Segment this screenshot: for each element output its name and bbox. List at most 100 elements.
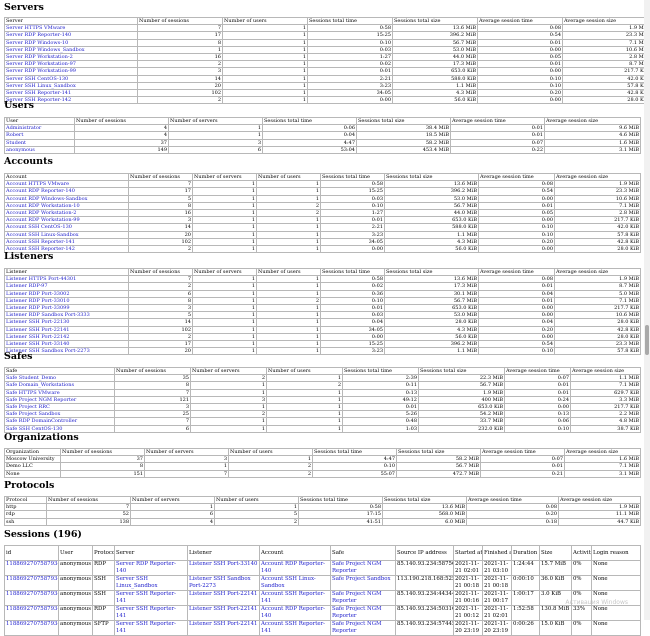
listeners-column-header: Listener [5,269,129,276]
listeners-link[interactable]: Listener SSH Port-22130 [6,319,70,325]
servers-link[interactable]: Server RDP Reporter-140 [6,32,71,38]
users-cell: 53:04 [263,146,357,153]
safes-cell: 400 MiB [419,396,505,403]
safes-link[interactable]: Safe HTTPS VMware [6,390,60,396]
listeners-cell: 1 [193,341,257,348]
listeners-link[interactable]: Listener RDP Sandbox Port-3333 [6,312,90,318]
sessions-link[interactable]: Safe Project NGM Reporter [332,561,382,574]
table-row: Server RDP Windows_Sandbox110:0353.0 MiB… [5,46,650,53]
servers-link[interactable]: Server RDP Workstation-2 [6,54,73,60]
accounts-link[interactable]: Account RDP Windows-Sandbox [6,196,87,202]
servers-link[interactable]: Server RDP Workstation-97 [6,61,76,67]
safes-link[interactable]: Safe Project NGM Reporter [6,397,76,403]
sessions-link[interactable]: 118869270758793454345 [6,591,59,597]
safes-cell: 0:24 [505,396,571,403]
users-link[interactable]: Robert [6,132,23,138]
listeners-cell: 396.2 MiB [385,341,479,348]
servers-cell: 53.0 MiB [393,46,478,53]
servers-link[interactable]: Server SSH CentOS-130 [6,76,68,82]
safes-link[interactable]: Safe Student_Demo [6,375,56,381]
sessions-cell: Safe Project NGM Reporter [331,591,396,606]
sessions-link[interactable]: Safe Project NGM Reporter [332,606,382,619]
servers-link[interactable]: Server SSH Reporter-141 [6,90,71,96]
listeners-link[interactable]: Listener RDP-97 [6,283,48,289]
accounts-link[interactable]: Account RDP Workstation-2 [6,210,76,216]
scrollbar-thumb[interactable] [645,325,649,355]
sessions-link[interactable]: Account SSH Reporter-141 [261,591,325,604]
listeners-link[interactable]: Listener SSH Port-33140 [6,341,70,347]
table-row: Account SSH Linux-Sandbox20113:231.1 MiB… [5,231,641,238]
sessions-link[interactable]: Server SSH Reporter-141 [116,621,176,634]
servers-link[interactable]: Server SSH Linux_Sandbox [6,83,76,89]
listeners-link[interactable]: Listener SSH Port-22142 [6,334,70,340]
listeners-cell: 1 [257,305,321,312]
safes-column-header: Number of sessions [115,368,191,375]
protocols-cell: 0:58 [299,504,383,511]
servers-link[interactable]: Server RDP Windows-10 [6,40,68,46]
listeners-cell: 5.0 MiB [555,290,641,297]
safes-link[interactable]: Safe RDP DomainController [6,418,77,424]
servers-cell: 10.6 MiB [563,46,650,53]
sessions-link[interactable]: Account SSH Linux-Sandbox [261,576,316,589]
accounts-cell: Account RDP Reporter-140 [5,188,129,195]
listeners-link[interactable]: Listener RDP Port-33099 [6,305,70,311]
safes-link[interactable]: Safe SSH CentOS-130 [6,426,62,432]
servers-cell: 8.7 MiB [563,61,650,68]
accounts-link[interactable]: Account SSH Reporter-141 [6,239,75,245]
listeners-link[interactable]: Listener RDP Port-33010 [6,298,70,304]
accounts-link[interactable]: Account HTTPS VMware [6,181,69,187]
sessions-link[interactable]: 118869270758793454340 [6,606,59,612]
table-row: Administrator410:0638.4 MiB0:019.6 MiB [5,125,641,132]
safes-link[interactable]: Safe Domain_Workstations [6,382,74,388]
safes-cell: 22.3 MiB [419,375,505,382]
sessions-link[interactable]: Server SSH Reporter-141 [116,591,176,604]
sessions-link[interactable]: Server RDP Reporter-140 [116,561,176,574]
accounts-link[interactable]: Account RDP Workstation-99 [6,217,80,223]
safes-link[interactable]: Safe Project Sandbox [6,411,60,417]
sessions-cell: SFTP [93,621,115,636]
servers-link[interactable]: Server RDP Workstation-99 [6,68,76,74]
accounts-cell: 1 [193,195,257,202]
sessions-link[interactable]: Account RDP Reporter-140 [261,561,325,574]
safes-cell: 232.0 KiB [419,425,505,432]
sessions-link[interactable]: Listener SSH Port-33140 [189,561,257,567]
sessions-link[interactable]: Listener SSH Port-22141 [189,606,257,612]
sessions-link[interactable]: Listener SSH Port-22141 [189,591,257,597]
listeners-link[interactable]: Listener RDP Port-33002 [6,291,70,297]
servers-link[interactable]: Server RDP Windows_Sandbox [6,47,85,53]
sessions-link[interactable]: Server SSH Linux_Sandbox [116,576,158,589]
sessions-cell: 85.140.93.234:58756 [396,561,454,576]
accounts-cell: 0:20 [479,238,555,245]
listeners-link[interactable]: Listener SSH Port-22141 [6,327,70,333]
accounts-link[interactable]: Account RDP Reporter-140 [6,188,75,194]
sessions-link[interactable]: Safe Project Sandbox [332,576,391,582]
servers-cell: 588.0 KiB [393,75,478,82]
sessions-link[interactable]: Safe Project NGM Reporter [332,621,382,634]
organizations-cell: 56.7 MiB [397,463,481,470]
sessions-link[interactable]: 118869270758793454338 [6,621,59,627]
users-link[interactable]: anonymous [6,147,35,153]
users-link[interactable]: Administrator [6,125,41,131]
sessions-link[interactable]: Account RDP Reporter-140 [261,606,325,619]
sessions-link[interactable]: 118869270758793454346 [6,576,59,582]
servers-link[interactable]: Server HTTPS VMware [6,25,65,31]
vertical-scrollbar[interactable] [644,0,650,620]
sessions-link[interactable]: 118869270758793454360 [6,561,59,567]
listeners-link[interactable]: Listener HTTPS Port-44301 [6,276,76,282]
servers-cell: 8 [138,39,223,46]
accounts-link[interactable]: Account SSH Linux-Sandbox [6,232,79,238]
sessions-link[interactable]: Server SSH Reporter-141 [116,606,176,619]
listeners-cell: 0:03 [321,312,385,319]
safes-link[interactable]: Safe Project RRC [6,404,50,410]
sessions-link[interactable]: Listener SSH Port-22141 [189,621,257,627]
sessions-link[interactable]: Listener SSH Sandbox Port-2273 [189,576,251,589]
sessions-link[interactable]: Safe Project NGM Reporter [332,591,382,604]
sessions-link[interactable]: Account SSH Reporter-141 [261,621,325,634]
servers-cell: Server RDP Workstation-2 [5,54,138,61]
protocols-column-header: Number of servers [131,497,215,504]
listeners-cell: 2 [129,283,193,290]
users-link[interactable]: Student [6,140,26,146]
listeners-cell: 1 [193,333,257,340]
accounts-link[interactable]: Account SSH CentOS-130 [6,224,72,230]
accounts-link[interactable]: Account RDP Workstation-10 [6,203,80,209]
